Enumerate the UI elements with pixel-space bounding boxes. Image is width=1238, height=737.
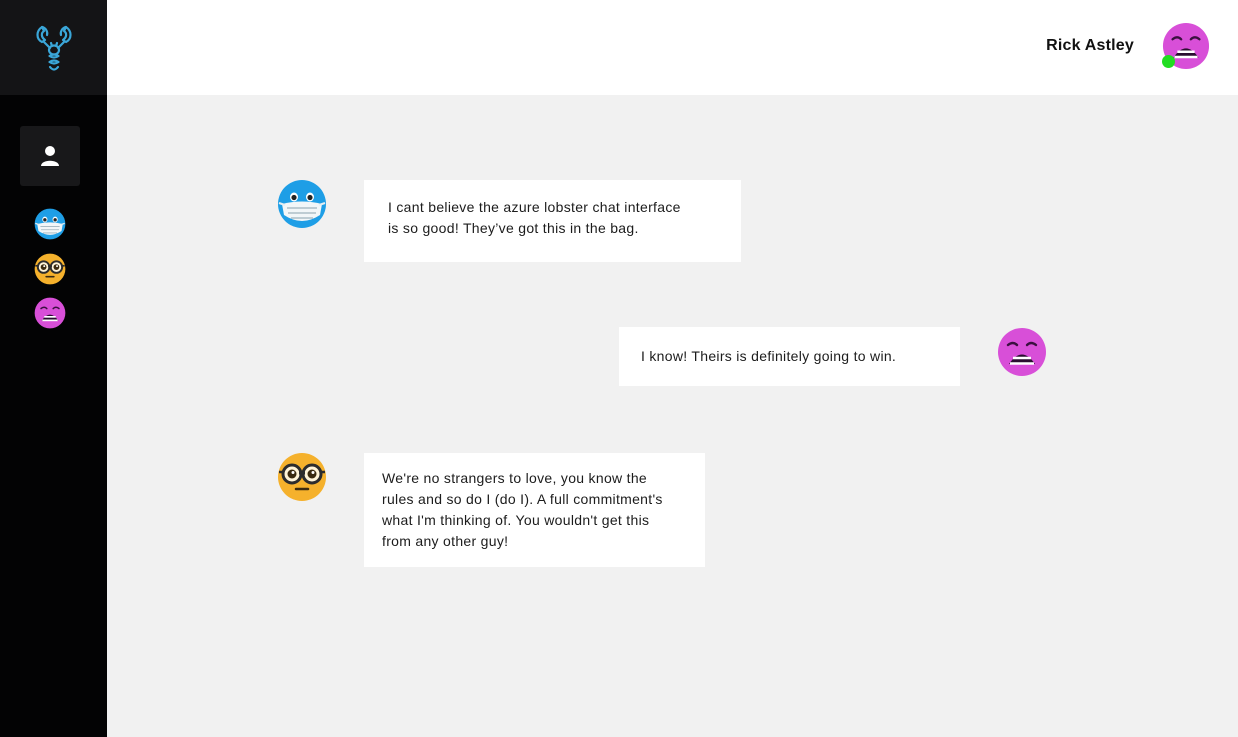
message-avatar-face-with-mask xyxy=(277,179,327,229)
top-header: Rick Astley xyxy=(107,0,1238,95)
online-status-indicator xyxy=(1162,55,1175,68)
logo-container[interactable] xyxy=(0,0,107,95)
message-bubble: We're no strangers to love, you know the… xyxy=(364,453,705,567)
contact-nerd-face[interactable] xyxy=(34,253,66,285)
contact-anguished-face[interactable] xyxy=(34,297,66,329)
sidebar xyxy=(0,0,107,737)
current-user-name: Rick Astley xyxy=(1046,37,1134,54)
message-bubble: I cant believe the azure lobster chat in… xyxy=(364,180,741,262)
profile-button[interactable] xyxy=(20,126,80,186)
chat-app: Rick Astley I cant believe the azure lob… xyxy=(0,0,1238,737)
user-icon xyxy=(41,146,59,166)
message-avatar-nerd-face xyxy=(277,452,327,502)
lobster-logo-icon xyxy=(35,25,72,71)
contact-face-with-mask[interactable] xyxy=(34,208,66,240)
message-avatar-anguished-face xyxy=(997,327,1047,377)
message-bubble: I know! Theirs is definitely going to wi… xyxy=(619,327,960,386)
